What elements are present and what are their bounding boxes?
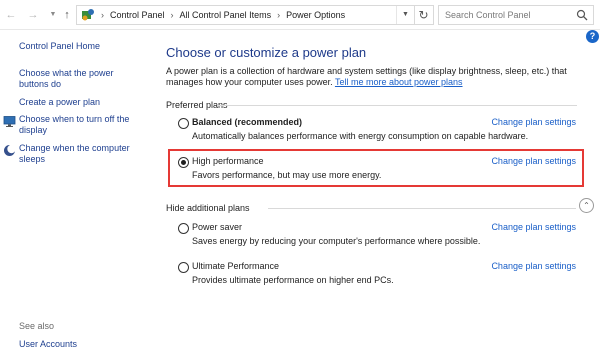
forward-arrow-icon[interactable]: → xyxy=(27,8,39,22)
divider xyxy=(268,208,576,209)
path-dropdown-chevron-icon[interactable]: ▼ xyxy=(396,6,414,24)
sleep-moon-icon xyxy=(4,144,16,156)
create-power-plan-link[interactable]: Create a power plan xyxy=(19,97,144,108)
divider xyxy=(217,105,577,106)
breadcrumb-power-options[interactable]: Power Options xyxy=(286,10,345,20)
change-plan-settings-link[interactable]: Change plan settings xyxy=(491,261,576,271)
plan-balanced: Balanced (recommended) Automatically bal… xyxy=(176,116,586,146)
plan-description: Provides ultimate performance on higher … xyxy=(192,275,394,285)
high-performance-radio[interactable] xyxy=(178,157,189,168)
ultimate-performance-radio[interactable] xyxy=(178,262,189,273)
search-placeholder: Search Control Panel xyxy=(445,10,531,20)
breadcrumb-all-items[interactable]: All Control Panel Items xyxy=(180,10,272,20)
page-description: A power plan is a collection of hardware… xyxy=(166,66,586,88)
plan-name[interactable]: High performance xyxy=(192,156,264,166)
main-pane: ? Choose or customize a power plan A pow… xyxy=(152,30,600,357)
search-icon xyxy=(576,9,588,21)
see-also-heading: See also xyxy=(19,321,55,331)
path-box[interactable]: › Control Panel › All Control Panel Item… xyxy=(76,5,415,25)
display-icon xyxy=(3,116,16,127)
search-input[interactable]: Search Control Panel xyxy=(438,5,594,25)
recent-locations-chevron-icon[interactable]: ▼ xyxy=(47,8,59,22)
refresh-icon[interactable]: ↻ xyxy=(414,5,434,25)
control-panel-icon xyxy=(82,9,94,21)
turn-off-display-link[interactable]: Choose when to turn off the display xyxy=(19,114,144,136)
control-panel-home-link[interactable]: Control Panel Home xyxy=(19,41,144,52)
breadcrumb-separator-icon: › xyxy=(277,10,281,20)
change-plan-settings-link[interactable]: Change plan settings xyxy=(491,156,576,166)
help-icon[interactable]: ? xyxy=(586,30,599,43)
up-arrow-icon[interactable]: ↑ xyxy=(61,8,73,22)
plan-high-performance: High performance Favors performance, but… xyxy=(176,155,586,185)
power-buttons-link[interactable]: Choose what the power buttons do xyxy=(19,68,144,90)
hide-additional-plans-heading[interactable]: Hide additional plans xyxy=(166,203,250,213)
address-bar: ← → ▼ ↑ › Control Panel › All Control Pa… xyxy=(0,0,600,30)
plan-description: Saves energy by reducing your computer's… xyxy=(192,236,481,246)
more-info-link[interactable]: Tell me more about power plans xyxy=(335,77,463,87)
left-pane: Control Panel Home Choose what the power… xyxy=(0,30,152,357)
page-title: Choose or customize a power plan xyxy=(166,45,367,60)
change-plan-settings-link[interactable]: Change plan settings xyxy=(491,117,576,127)
collapse-chevron-icon[interactable]: ⌃ xyxy=(579,198,594,213)
change-plan-settings-link[interactable]: Change plan settings xyxy=(491,222,576,232)
plan-description: Automatically balances performance with … xyxy=(192,131,529,141)
breadcrumb-separator-icon: › xyxy=(101,10,104,20)
plan-description: Favors performance, but may use more ene… xyxy=(192,170,382,180)
power-saver-radio[interactable] xyxy=(178,223,189,234)
back-arrow-icon[interactable]: ← xyxy=(5,8,17,22)
user-accounts-link[interactable]: User Accounts xyxy=(19,339,144,350)
plan-power-saver: Power saver Saves energy by reducing you… xyxy=(176,221,586,251)
plan-ultimate-performance: Ultimate Performance Provides ultimate p… xyxy=(176,260,586,290)
balanced-radio[interactable] xyxy=(178,118,189,129)
plan-name[interactable]: Balanced (recommended) xyxy=(192,117,302,127)
breadcrumb-separator-icon: › xyxy=(170,10,174,20)
computer-sleeps-link[interactable]: Change when the computer sleeps xyxy=(19,143,144,165)
plan-name[interactable]: Power saver xyxy=(192,222,242,232)
breadcrumb-control-panel[interactable]: Control Panel xyxy=(110,10,165,20)
plan-name[interactable]: Ultimate Performance xyxy=(192,261,279,271)
